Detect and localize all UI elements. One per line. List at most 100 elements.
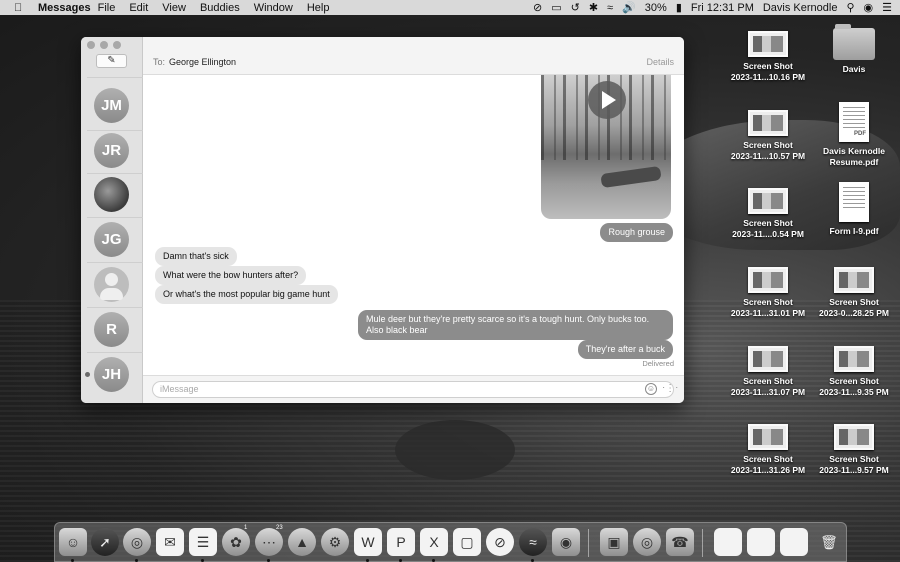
facetime-icon[interactable]: ☎	[666, 528, 694, 556]
desktop-screenshot-file[interactable]: Screen Shot 2023-0...28.25 PM	[809, 267, 899, 318]
spotlight-search-icon[interactable]: ⚲	[846, 1, 854, 14]
dock-separator	[588, 529, 589, 557]
menu-help[interactable]: Help	[307, 2, 330, 14]
zoom-button[interactable]	[113, 41, 121, 49]
conversation-avatar-photo[interactable]	[94, 177, 129, 212]
finder-icon[interactable]: ☺	[59, 528, 87, 556]
trash-icon[interactable]: 🗑	[815, 528, 843, 556]
desktop-resume-pdf[interactable]: PDF Davis Kernodle Resume.pdf	[809, 102, 899, 167]
sent-message[interactable]: Rough grouse	[600, 223, 673, 242]
recipient-name: George Ellington	[169, 57, 237, 67]
menu-window[interactable]: Window	[254, 2, 293, 14]
time-machine-icon[interactable]: ↺	[571, 1, 580, 14]
launchpad-icon[interactable]: ➚	[91, 528, 119, 556]
photos-badge: 1	[244, 525, 248, 531]
desktop-screenshot-file[interactable]: Screen Shot 2023-11....0.54 PM	[723, 188, 813, 239]
compose-icon[interactable]: ✎	[96, 54, 127, 68]
play-icon[interactable]	[588, 81, 626, 119]
details-button[interactable]: Details	[646, 57, 674, 67]
notification-center-icon[interactable]: ☰	[882, 1, 892, 14]
close-button[interactable]	[87, 41, 95, 49]
airplay-icon[interactable]: ▭	[551, 1, 561, 14]
excel-icon[interactable]: X	[420, 528, 448, 556]
audio-message-icon[interactable]: ⋅⋮⋅	[662, 383, 678, 395]
received-message[interactable]: What were the bow hunters after?	[155, 266, 307, 285]
conversation-avatar-default[interactable]	[94, 267, 129, 302]
file-name: Screen Shot	[743, 454, 793, 464]
do-not-disturb-icon[interactable]: ⊘	[533, 1, 542, 14]
recent-document-icon[interactable]	[747, 528, 775, 556]
chrome-icon[interactable]: ◎	[123, 528, 151, 556]
desktop-screenshot-file[interactable]: Screen Shot 2023-11...31.07 PM	[723, 346, 813, 397]
file-name: 2023-11...31.01 PM	[730, 307, 806, 318]
message-input[interactable]: iMessage	[152, 381, 674, 398]
conversation-avatar-jm[interactable]: JM	[94, 88, 129, 123]
menu-view[interactable]: View	[162, 2, 186, 14]
messages-badge: 23	[276, 525, 283, 531]
recipient-field[interactable]: To: George Ellington	[153, 57, 236, 67]
app-store-icon[interactable]: ▲	[288, 528, 316, 556]
conversation-avatar-jr[interactable]: JR	[94, 133, 129, 168]
mail-icon[interactable]: ✉	[156, 528, 184, 556]
conversation-transcript[interactable]: Rough grouse Damn that's sick What were …	[143, 75, 684, 375]
screenshot-thumbnail-icon	[748, 424, 788, 450]
received-message[interactable]: Or what's the most popular big game hunt	[155, 285, 338, 304]
desktop-folder-davis[interactable]: Davis	[809, 24, 899, 75]
volume-icon[interactable]: 🔊	[622, 1, 636, 14]
conversation-avatar-jg[interactable]: JG	[94, 222, 129, 257]
user-name[interactable]: Davis Kernodle	[763, 2, 838, 14]
menu-file[interactable]: File	[98, 2, 116, 14]
apple-menu-icon[interactable]: 	[14, 2, 28, 14]
desktop-screenshot-file[interactable]: Screen Shot 2023-11...9.57 PM	[809, 424, 899, 475]
received-message[interactable]: Damn that's sick	[155, 247, 237, 266]
conversation-avatar-r[interactable]: R	[94, 312, 129, 347]
downloads-stack-icon[interactable]	[780, 528, 808, 556]
desktop-screenshot-file[interactable]: Screen Shot 2023-11...31.01 PM	[723, 267, 813, 318]
divider	[87, 77, 143, 78]
desktop-screenshot-file[interactable]: Screen Shot 2023-11...9.35 PM	[809, 346, 899, 397]
wifi-icon[interactable]: ≈	[607, 2, 613, 14]
photos-icon[interactable]: ✿	[222, 528, 250, 556]
messages-icon[interactable]: ⋯	[255, 528, 283, 556]
file-name: Screen Shot	[743, 297, 793, 307]
word-icon[interactable]: W	[354, 528, 382, 556]
menu-edit[interactable]: Edit	[129, 2, 148, 14]
conversation-avatar-jh[interactable]: JH	[94, 357, 129, 392]
blocked-app-icon[interactable]: ⊘	[486, 528, 514, 556]
menu-app-name[interactable]: Messages	[38, 2, 91, 14]
preview-icon[interactable]: ▣	[600, 528, 628, 556]
screenshot-thumbnail-icon	[748, 267, 788, 293]
desktop-form-i9-pdf[interactable]: Form I-9.pdf	[809, 182, 899, 237]
notes-icon[interactable]: ☰	[189, 528, 217, 556]
battery-icon[interactable]: ▮	[676, 1, 682, 14]
screenshot-thumbnail-icon	[834, 346, 874, 372]
chrome-secondary-icon[interactable]: ◎	[633, 528, 661, 556]
bluetooth-icon[interactable]: ✱	[589, 1, 598, 14]
siri-icon[interactable]: ◉	[864, 1, 874, 14]
disk-utility-icon[interactable]: ◉	[552, 528, 580, 556]
powerpoint-icon[interactable]: P	[387, 528, 415, 556]
sent-message[interactable]: They're after a buck	[577, 340, 673, 359]
sent-message[interactable]: Mule deer but they're pretty scarce so i…	[358, 310, 673, 340]
file-name: 2023-11...9.35 PM	[819, 386, 889, 397]
divider	[87, 352, 143, 353]
menu-buddies[interactable]: Buddies	[200, 2, 240, 14]
desktop-screenshot-file[interactable]: Screen Shot 2023-11...10.57 PM	[723, 110, 813, 161]
file-name: 2023-11...10.16 PM	[730, 71, 806, 82]
clock[interactable]: Fri 12:31 PM	[691, 2, 754, 14]
divider	[87, 217, 143, 218]
desktop-screenshot-file[interactable]: Screen Shot 2023-11...31.26 PM	[723, 424, 813, 475]
screenshot-thumbnail-icon	[834, 267, 874, 293]
desktop-screenshot-file[interactable]: Screen Shot 2023-11...10.16 PM	[723, 31, 813, 82]
screenshot-thumbnail-icon	[834, 424, 874, 450]
spotify-icon[interactable]: ≈	[519, 528, 547, 556]
emoji-icon[interactable]: ☺	[645, 383, 657, 395]
stickies-icon[interactable]: ▢	[453, 528, 481, 556]
battery-percent[interactable]: 30%	[645, 2, 667, 14]
video-attachment[interactable]	[541, 75, 671, 219]
file-name: Screen Shot	[743, 61, 793, 71]
dock: ☺ ➚ ◎ ✉ ☰ ✿ 1 ⋯ 23 ▲ ⚙ W P X ▢ ⊘ ≈ ◉ ▣ ◎…	[54, 522, 847, 562]
system-preferences-icon[interactable]: ⚙	[321, 528, 349, 556]
minimize-button[interactable]	[100, 41, 108, 49]
recent-document-icon[interactable]	[714, 528, 742, 556]
